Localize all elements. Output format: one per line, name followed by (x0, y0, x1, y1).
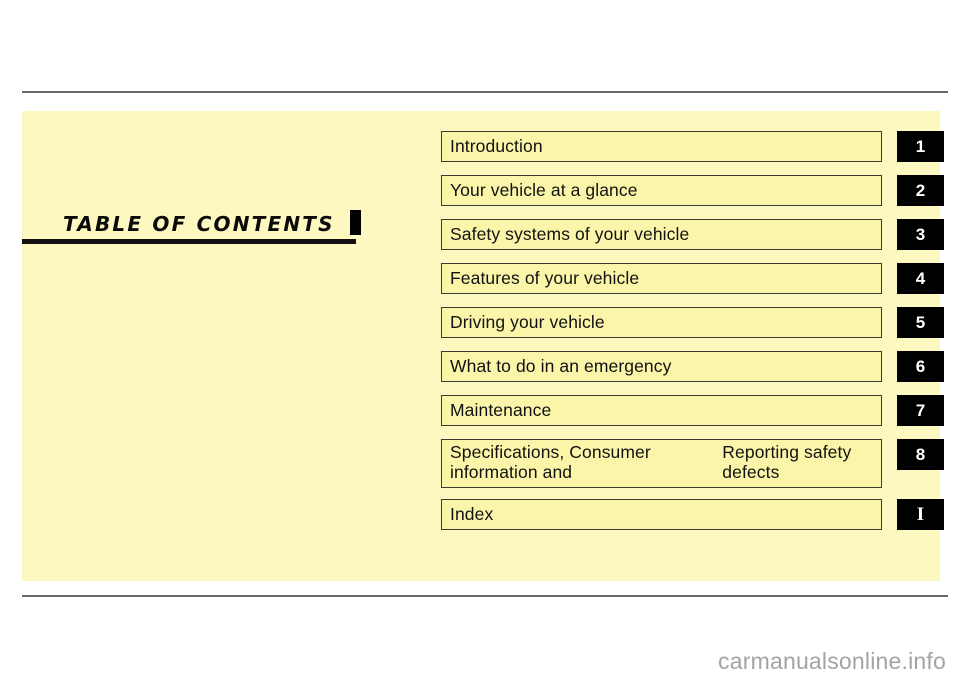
table-of-contents-row[interactable]: Your vehicle at a glance 2 (441, 175, 945, 219)
toc-entry-label[interactable]: Driving your vehicle (441, 307, 882, 338)
toc-section-tab[interactable]: 5 (897, 307, 944, 338)
toc-entry-label[interactable]: Features of your vehicle (441, 263, 882, 294)
table-of-contents-row[interactable]: Index I (441, 499, 945, 543)
table-of-contents-row[interactable]: Safety systems of your vehicle 3 (441, 219, 945, 263)
toc-entry-label-line1: Introduction (450, 135, 543, 156)
toc-entry-label[interactable]: What to do in an emergency (441, 351, 882, 382)
toc-entry-label[interactable]: Specifications, Consumer information and… (441, 439, 882, 488)
toc-entry-label-line1: Your vehicle at a glance (450, 179, 638, 200)
toc-entry-label[interactable]: Maintenance (441, 395, 882, 426)
toc-entry-label[interactable]: Introduction (441, 131, 882, 162)
table-of-contents-heading: TABLE OF CONTENTS (0, 210, 361, 260)
toc-entry-label-line1: What to do in an emergency (450, 355, 672, 376)
toc-section-tab[interactable]: 3 (897, 219, 944, 250)
toc-entry-label-line1: Specifications, Consumer information and (450, 442, 651, 482)
toc-entry-label-line1: Driving your vehicle (450, 311, 605, 332)
table-of-contents-list: Introduction 1 Your vehicle at a glance 2 Sa… (441, 131, 945, 543)
table-of-contents-row[interactable]: Specifications, Consumer information and… (441, 439, 945, 499)
toc-entry-label-line1: Features of your vehicle (450, 267, 640, 288)
title-underline (22, 239, 356, 244)
table-of-contents-row[interactable]: Maintenance 7 (441, 395, 945, 439)
toc-entry-label-line2: Reporting safety defects (722, 442, 852, 482)
title-marker-square (350, 210, 361, 235)
toc-entry-label[interactable]: Index (441, 499, 882, 530)
toc-section-tab[interactable]: 2 (897, 175, 944, 206)
table-of-contents-row[interactable]: Features of your vehicle 4 (441, 263, 945, 307)
toc-section-tab[interactable]: 4 (897, 263, 944, 294)
toc-section-tab[interactable]: I (897, 499, 944, 530)
toc-section-tab[interactable]: 7 (897, 395, 944, 426)
toc-entry-label-line1: Safety systems of your vehicle (450, 223, 690, 244)
watermark: carmanualsonline.info (718, 648, 946, 674)
top-divider-rule (22, 91, 948, 93)
page-title: TABLE OF CONTENTS (63, 212, 335, 236)
toc-entry-label-line1: Maintenance (450, 399, 552, 420)
toc-section-tab[interactable]: 1 (897, 131, 944, 162)
table-of-contents-row[interactable]: Introduction 1 (441, 131, 945, 175)
toc-section-tab[interactable]: 8 (897, 439, 944, 470)
toc-section-tab[interactable]: 6 (897, 351, 944, 382)
toc-entry-label-line1: Index (450, 503, 494, 524)
toc-entry-label[interactable]: Safety systems of your vehicle (441, 219, 882, 250)
bottom-divider-rule (22, 595, 948, 597)
table-of-contents-row[interactable]: Driving your vehicle 5 (441, 307, 945, 351)
toc-entry-label[interactable]: Your vehicle at a glance (441, 175, 882, 206)
table-of-contents-row[interactable]: What to do in an emergency 6 (441, 351, 945, 395)
